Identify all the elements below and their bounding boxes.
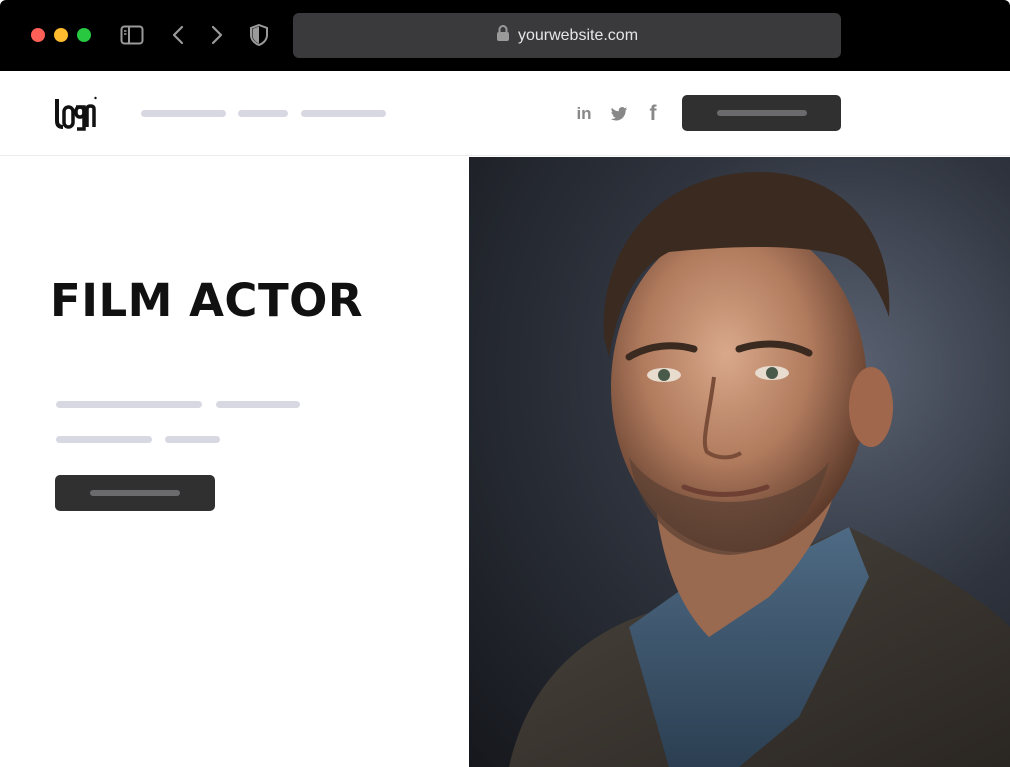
sidebar-icon[interactable] [120,23,144,47]
nav-link-1[interactable] [141,110,226,117]
forward-icon[interactable] [205,23,229,47]
linkedin-icon[interactable]: in [572,102,596,126]
hero-title: FILM ACTOR [50,274,364,327]
maximize-window-button[interactable] [77,28,91,42]
close-window-button[interactable] [31,28,45,42]
header-cta-label-placeholder [716,110,807,116]
hero-text-line [165,436,220,443]
shield-icon[interactable] [247,23,271,47]
minimize-window-button[interactable] [54,28,68,42]
site-logo[interactable] [54,95,98,136]
lock-icon [496,24,510,47]
linkedin-icon-glyph: in [576,104,592,123]
hero-text-line [216,401,300,408]
hero-text-line [56,436,152,443]
url-text: yourwebsite.com [517,26,639,44]
site-header: in f [0,71,1010,156]
twitter-icon[interactable] [607,102,631,126]
facebook-icon[interactable]: f [641,102,665,126]
browser-chrome: yourwebsite.com [0,0,1010,71]
actor-portrait-image [469,157,1010,767]
back-icon[interactable] [166,23,190,47]
hero-text-line [56,401,202,408]
hero-cta-label-placeholder [90,490,180,496]
hero-cta-button[interactable] [55,475,215,511]
nav-link-3[interactable] [301,110,386,117]
facebook-icon-glyph: f [649,102,657,125]
header-cta-button[interactable] [682,95,841,131]
address-bar[interactable]: yourwebsite.com [293,13,841,58]
nav-link-2[interactable] [238,110,288,117]
